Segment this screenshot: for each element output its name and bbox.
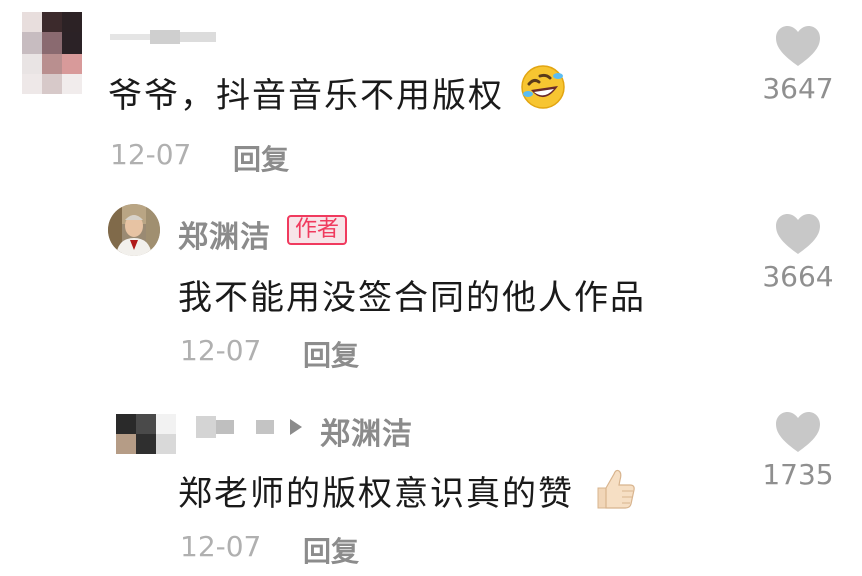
name-pixel — [256, 420, 274, 434]
comment-item: 爷爷，抖音音乐不用版权 12-07 回复 3647 — [0, 0, 862, 190]
avatar-pixel — [22, 54, 42, 74]
avatar-pixel — [62, 54, 82, 74]
avatar-pixel — [136, 414, 156, 434]
username-blurred[interactable] — [110, 30, 216, 44]
avatar-pixel — [42, 74, 62, 94]
username[interactable]: 郑渊洁 — [178, 212, 271, 256]
name-pixel — [110, 34, 150, 40]
avatar-pixel — [62, 32, 82, 54]
avatar-pixel — [42, 54, 62, 74]
username-blurred[interactable] — [196, 416, 276, 438]
rofl-emoji-icon — [521, 65, 565, 109]
heart-icon[interactable] — [774, 24, 822, 68]
avatar-pixel — [42, 12, 62, 32]
reply-arrow-icon — [290, 419, 302, 435]
comment-item: 郑渊洁 郑老师的版权意识真的赞 12-07 回复 1735 — [0, 380, 862, 576]
avatar[interactable] — [22, 12, 82, 94]
comment-date: 12-07 — [180, 334, 262, 367]
avatar-pixel — [156, 414, 176, 434]
like-count: 3647 — [762, 72, 834, 105]
comment-text: 我不能用没签合同的他人作品 — [178, 278, 646, 318]
thumbs-up-emoji-icon — [597, 469, 635, 509]
comment-item: 郑渊洁 作者 我不能用没签合同的他人作品 12-07 回复 3664 — [0, 190, 862, 380]
name-pixel — [196, 416, 216, 438]
heart-icon[interactable] — [774, 212, 822, 256]
avatar-pixel — [62, 12, 82, 32]
avatar[interactable] — [108, 204, 160, 256]
reply-button[interactable]: 回复 — [233, 138, 289, 178]
comment-thread: 爷爷，抖音音乐不用版权 12-07 回复 3647 郑渊洁 作者 我不能用没签合… — [0, 0, 862, 576]
avatar-pixel — [156, 434, 176, 454]
avatar-pixel — [62, 74, 82, 94]
heart-icon[interactable] — [774, 410, 822, 454]
avatar-pixel — [22, 12, 42, 32]
avatar-pixel — [42, 32, 62, 54]
reply-button[interactable]: 回复 — [303, 334, 359, 374]
avatar-pixel — [116, 414, 136, 434]
name-pixel — [150, 30, 180, 44]
avatar-pixel — [116, 434, 136, 454]
avatar-pixel — [136, 434, 156, 454]
like-count: 1735 — [762, 458, 834, 491]
avatar[interactable] — [116, 414, 176, 454]
comment-date: 12-07 — [110, 138, 192, 171]
comment-text: 爷爷，抖音音乐不用版权 — [108, 76, 504, 116]
avatar-pixel — [22, 32, 42, 54]
avatar-pixel — [22, 74, 42, 94]
reply-to-username[interactable]: 郑渊洁 — [320, 409, 413, 453]
name-pixel — [216, 420, 234, 434]
comment-date: 12-07 — [180, 530, 262, 563]
author-badge: 作者 — [287, 215, 348, 245]
reply-button[interactable]: 回复 — [303, 530, 359, 570]
name-pixel — [180, 32, 216, 42]
comment-text: 郑老师的版权意识真的赞 — [178, 474, 574, 514]
like-count: 3664 — [762, 260, 834, 293]
